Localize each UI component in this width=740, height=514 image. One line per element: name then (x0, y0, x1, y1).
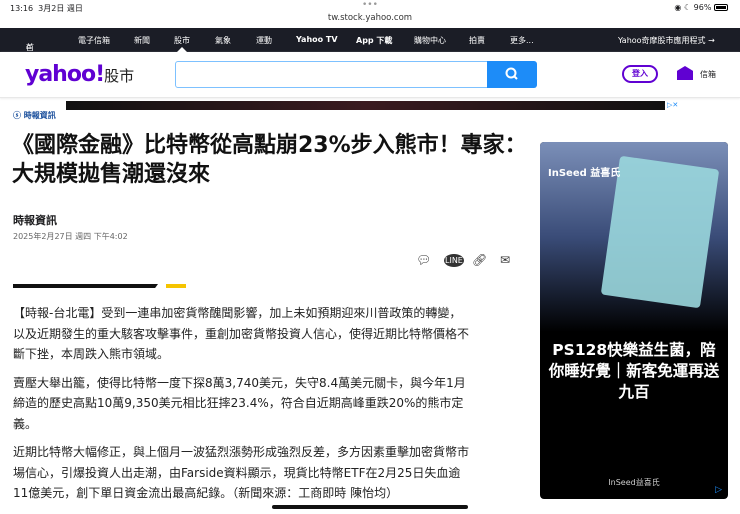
ad-headline[interactable]: PS128快樂益生菌，陪你睡好覺｜新客免運再送九百 (548, 340, 720, 403)
divider-accent (166, 284, 186, 288)
status-bar: 13:16 3月2日 週日 ••• tw.stock.yahoo.com ◉ ☾… (0, 0, 740, 28)
nav-auction[interactable]: 拍賣 (469, 35, 485, 46)
ad-sponsor: InSeed益喜氏 (608, 478, 660, 487)
status-right: ◉ ☾ 96% (674, 3, 728, 12)
nav-stock[interactable]: 股市 (174, 35, 190, 46)
sidebar-ad[interactable]: InSeed 益喜氏 PS128快樂益生菌，陪你睡好覺｜新客免運再送九百 InS… (540, 142, 728, 499)
comment-icon[interactable]: 💬︎ (416, 253, 431, 267)
nav-mail[interactable]: 電子信箱 (78, 35, 110, 46)
nav-news[interactable]: 新聞 (134, 35, 150, 46)
paragraph: 賣壓大舉出籠，使得比特幣一度下探8萬3,740美元，失守8.4萬美元關卡，與今年… (13, 375, 466, 431)
url-bar[interactable]: tw.stock.yahoo.com (0, 13, 740, 23)
email-icon[interactable]: ✉ (500, 253, 510, 267)
home-indicator[interactable] (272, 505, 468, 509)
article-body: 【時報-台北電】受到一連串加密貨幣醜聞影響，加上未如預期迎來川普政策的轉變，以及… (13, 303, 473, 512)
yahoo-logo[interactable]: yahoo!股市 (25, 62, 134, 87)
nav-app[interactable]: App 下載 (356, 35, 392, 46)
mail-link[interactable]: 信箱 (700, 69, 716, 80)
article-title: 《國際金融》比特幣從高點崩23%步入熊市！專家：大規模拋售潮還沒來 (12, 133, 527, 187)
battery-icon (714, 4, 728, 11)
search-button[interactable] (487, 61, 537, 88)
article-date: 2025年2月27日 週四 下午4:02 (13, 232, 128, 241)
nav-app-link[interactable]: Yahoo奇摩股市應用程式 → (618, 35, 715, 46)
mail-icon[interactable] (677, 66, 693, 80)
nav-sports[interactable]: 運動 (256, 35, 272, 46)
login-button[interactable]: 登入 (622, 65, 658, 83)
adchoices-icon[interactable]: ▷✕ (667, 101, 678, 109)
paragraph: 近期比特幣大幅修正，與上個月一波猛烈漲勢形成強烈反差，多方因素重擊加密貨幣市場信… (13, 445, 470, 500)
nav-weather[interactable]: 氣象 (215, 35, 231, 46)
banner-ad[interactable] (66, 101, 665, 110)
ad-brand: InSeed 益喜氏 (548, 168, 621, 179)
top-nav: ⌂ 首頁 電子信箱 新聞 股市 氣象 運動 Yahoo TV App 下載 購物… (0, 28, 740, 63)
source-logo[interactable]: ⓢ 時報資訊 (13, 110, 56, 121)
adchoices-icon[interactable]: ▷ (715, 485, 722, 495)
search-input[interactable] (175, 61, 488, 88)
link-icon[interactable]: 🔗︎ (472, 253, 487, 267)
nav-more[interactable]: 更多... (510, 35, 534, 46)
line-icon[interactable]: LINE (444, 254, 464, 267)
article-author[interactable]: 時報資訊 (13, 212, 57, 228)
site-header: yahoo!股市 登入 信箱 (0, 52, 740, 98)
nav-shopping[interactable]: 購物中心 (414, 35, 446, 46)
divider-bar (13, 284, 158, 288)
paragraph: 【時報-台北電】受到一連串加密貨幣醜聞影響，加上未如預期迎來川普政策的轉變，以及… (13, 306, 470, 361)
search-icon (505, 67, 518, 80)
more-dots-icon[interactable]: ••• (362, 0, 378, 10)
nav-yahoo-tv[interactable]: Yahoo TV (296, 35, 338, 44)
